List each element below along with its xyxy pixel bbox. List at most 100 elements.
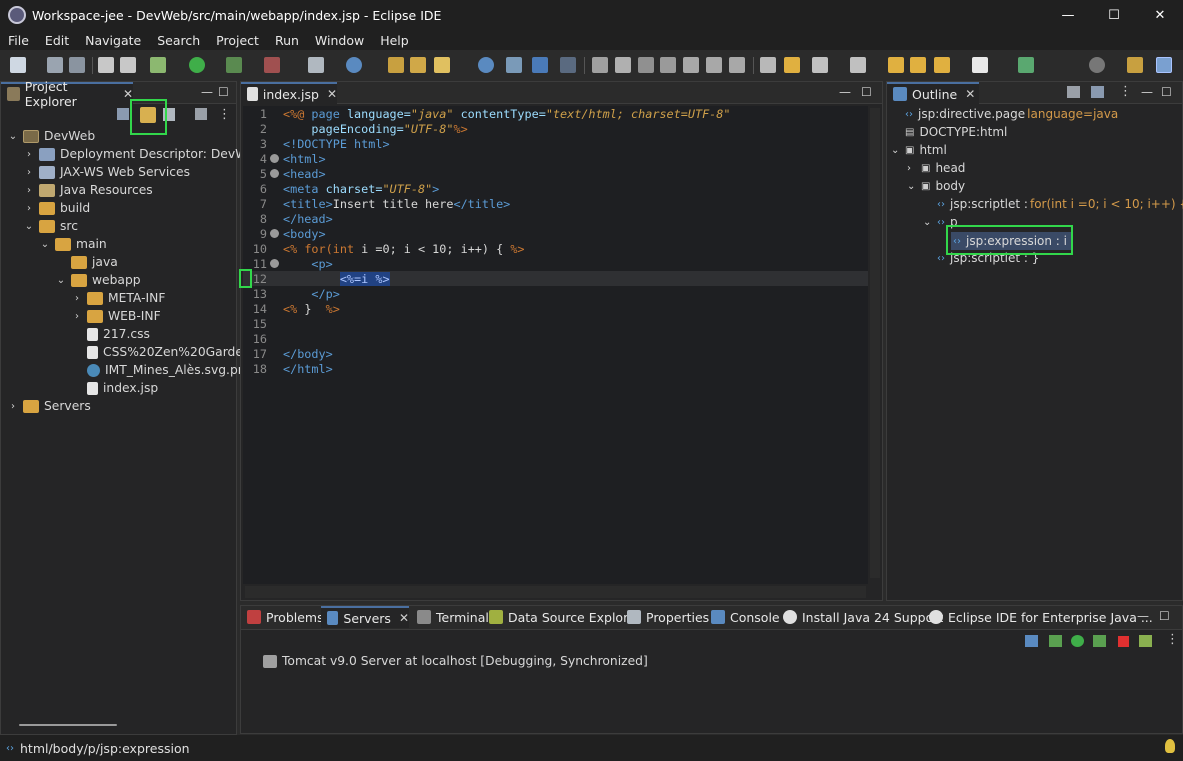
menu-project[interactable]: Project <box>208 33 267 48</box>
use-step-filters-icon[interactable] <box>784 57 800 73</box>
tree-item-jaxws[interactable]: › JAX-WS Web Services <box>23 163 190 181</box>
tree-item-css-zen-garden[interactable]: CSS%20Zen%20Garden% <box>71 343 262 361</box>
menu-file[interactable]: File <box>0 33 37 48</box>
collapse-all-icon[interactable] <box>117 108 129 120</box>
coverage-icon[interactable] <box>226 57 242 73</box>
tree-item-src[interactable]: ⌄ src <box>23 217 78 235</box>
step-over-icon[interactable] <box>706 57 722 73</box>
forward-icon[interactable] <box>972 57 988 73</box>
menu-help[interactable]: Help <box>372 33 417 48</box>
outline-item-doctype[interactable]: ▤ DOCTYPE:html <box>891 123 1007 141</box>
undo-icon[interactable] <box>98 57 114 73</box>
outline-item-head[interactable]: › ▣ head <box>907 159 965 177</box>
profile-server-icon[interactable] <box>1093 635 1106 647</box>
outline-item-html[interactable]: ⌄ ▣ html <box>891 141 947 159</box>
outline-item-directive[interactable]: ‹› jsp:directive.page language=java <box>891 105 1118 123</box>
maximize-icon[interactable]: ☐ <box>218 85 229 99</box>
stop-server-icon[interactable] <box>1118 636 1129 647</box>
redo-icon[interactable] <box>120 57 136 73</box>
maximize-icon[interactable]: ☐ <box>1159 609 1170 623</box>
open-resource-icon[interactable] <box>410 57 426 73</box>
web-services-icon[interactable] <box>506 57 522 73</box>
minimize-icon[interactable]: — <box>201 85 213 99</box>
tree-item-webapp[interactable]: ⌄ webapp <box>55 271 141 289</box>
close-tab-icon[interactable]: ✕ <box>327 87 337 101</box>
tree-item-imt-mines-ales[interactable]: IMT_Mines_Alès.svg.png <box>71 361 253 379</box>
tab-project-explorer[interactable]: Project Explorer ✕ <box>1 79 133 109</box>
publish-icon[interactable] <box>1139 635 1152 647</box>
menu-window[interactable]: Window <box>307 33 372 48</box>
step-into-icon[interactable] <box>683 57 699 73</box>
open-type-icon[interactable] <box>388 57 404 73</box>
code-editor[interactable]: 1 <%@ page language="java" contentType="t… <box>243 106 868 584</box>
focus-icon[interactable] <box>195 108 207 120</box>
maximize-icon[interactable]: ☐ <box>1161 85 1172 99</box>
open-perspective-icon[interactable] <box>1127 57 1143 73</box>
tree-item-index-jsp[interactable]: index.jsp <box>71 379 158 397</box>
back-nav-icon[interactable] <box>910 57 926 73</box>
pin-editor-icon[interactable] <box>1018 57 1034 73</box>
new-java-icon[interactable] <box>346 57 362 73</box>
debug-server-icon[interactable] <box>1049 635 1062 647</box>
suspend-icon[interactable] <box>615 57 631 73</box>
jee-perspective-icon[interactable] <box>1156 57 1172 73</box>
collapse-all-icon[interactable] <box>1091 86 1104 98</box>
debug-icon[interactable] <box>150 57 166 73</box>
tree-item-devweb[interactable]: ⌄ DevWeb <box>7 127 95 145</box>
start-server-icon[interactable] <box>1071 635 1084 647</box>
tree-item-servers[interactable]: › Servers <box>7 397 91 415</box>
console-icon[interactable] <box>532 57 548 73</box>
resume-icon[interactable] <box>592 57 608 73</box>
close-tab-icon[interactable]: ✕ <box>965 87 975 101</box>
step-return-icon[interactable] <box>729 57 745 73</box>
view-menu-icon[interactable]: ⋮ <box>218 107 231 122</box>
run-icon[interactable] <box>189 57 205 73</box>
maximize-button[interactable]: ☐ <box>1091 0 1137 30</box>
minimize-icon[interactable]: — <box>839 85 851 99</box>
tree-item-build[interactable]: › build <box>23 199 90 217</box>
save-all-icon[interactable] <box>69 57 85 73</box>
close-window-button[interactable]: ✕ <box>1137 0 1183 30</box>
next-annotation-icon[interactable] <box>850 57 866 73</box>
tree-item-main[interactable]: ⌄ main <box>39 235 107 253</box>
minimize-icon[interactable]: — <box>1141 85 1153 99</box>
brush-icon[interactable] <box>434 57 450 73</box>
vertical-scrollbar[interactable] <box>870 108 880 578</box>
tree-item-java[interactable]: java <box>55 253 118 271</box>
view-menu-icon[interactable]: ⋮ <box>1119 84 1132 99</box>
tree-item-deployment-descriptor[interactable]: › Deployment Descriptor: DevWeb <box>23 145 262 163</box>
last-edit-icon[interactable] <box>888 57 904 73</box>
tree-item-web-inf[interactable]: › WEB-INF <box>71 307 161 325</box>
maximize-icon[interactable]: ☐ <box>861 85 872 99</box>
tree-item-java-resources[interactable]: › Java Resources <box>23 181 153 199</box>
minimize-button[interactable]: — <box>1045 0 1091 30</box>
terminate-icon[interactable] <box>638 57 654 73</box>
close-tab-icon[interactable]: ✕ <box>399 611 409 625</box>
disconnect-icon[interactable] <box>660 57 676 73</box>
new-icon[interactable] <box>10 57 26 73</box>
server-entry[interactable]: Tomcat v9.0 Server at localhost [Debuggi… <box>263 652 648 670</box>
tab-eclipse-ide-enterprise[interactable]: Eclipse IDE for Enterprise Java ... <box>923 606 1153 628</box>
external-tools-icon[interactable] <box>264 57 280 73</box>
menu-search[interactable]: Search <box>149 33 208 48</box>
menu-navigate[interactable]: Navigate <box>77 33 149 48</box>
tree-item-217-css[interactable]: 217.css <box>71 325 150 343</box>
skip-breakpoints-icon[interactable] <box>560 57 576 73</box>
horizontal-scrollbar[interactable] <box>19 724 117 726</box>
collapse-all-icon[interactable] <box>1025 635 1038 647</box>
menu-run[interactable]: Run <box>267 33 307 48</box>
tab-install-java[interactable]: Install Java 24 Support <box>777 606 943 628</box>
tab-terminal[interactable]: Terminal <box>411 606 489 628</box>
horizontal-scrollbar[interactable] <box>245 586 866 598</box>
search-icon[interactable] <box>1089 57 1105 73</box>
tab-index-jsp[interactable]: index.jsp ✕ <box>241 82 337 104</box>
back-icon[interactable] <box>934 57 950 73</box>
outline-item-body[interactable]: ⌄ ▣ body <box>907 177 965 195</box>
tab-servers[interactable]: Servers ✕ <box>321 606 409 628</box>
lightbulb-icon[interactable] <box>1165 739 1175 753</box>
tab-outline[interactable]: Outline ✕ <box>887 82 979 104</box>
menu-edit[interactable]: Edit <box>37 33 77 48</box>
sort-icon[interactable] <box>1067 86 1080 98</box>
annotation-icon[interactable] <box>812 57 828 73</box>
tab-problems[interactable]: Problems <box>241 606 324 628</box>
